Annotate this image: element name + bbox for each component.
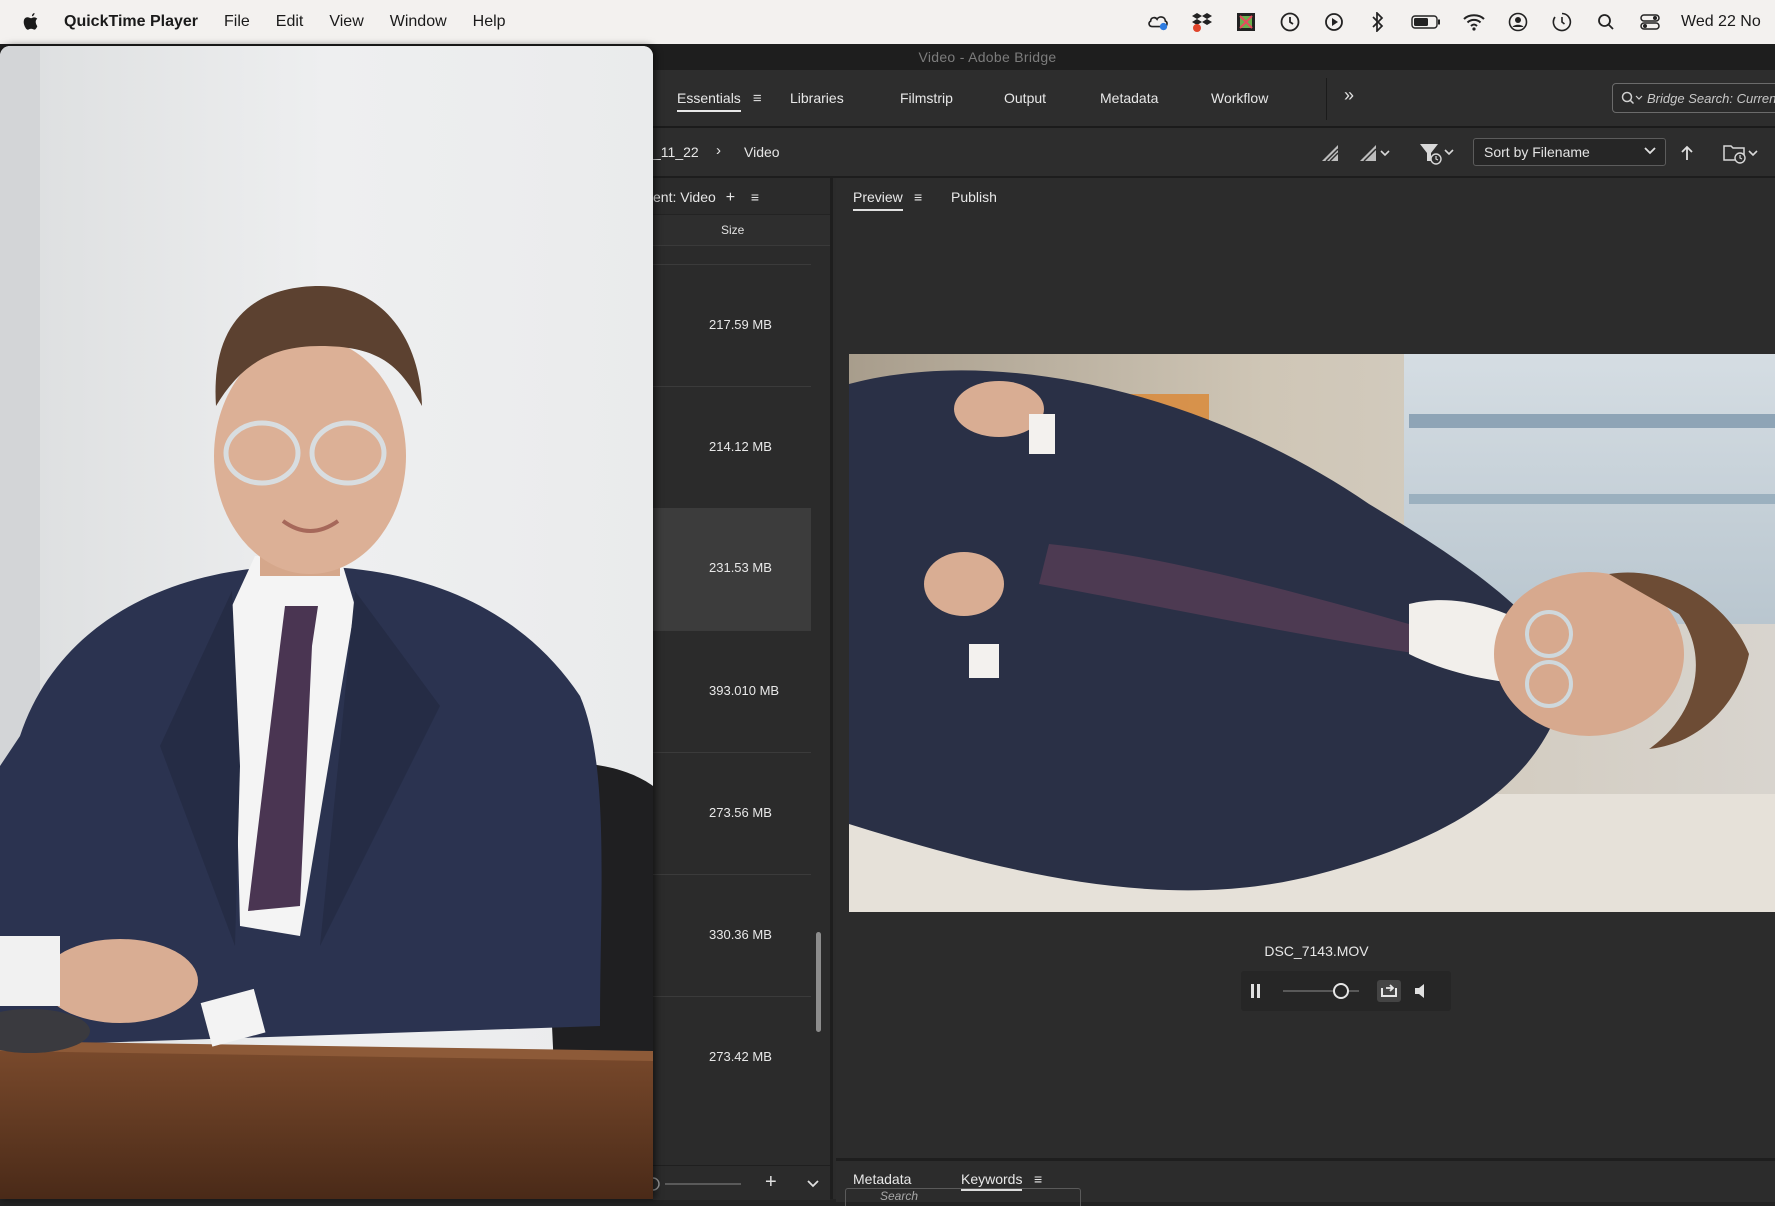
app-name-menu[interactable]: QuickTime Player (64, 13, 198, 31)
workspace-filmstrip[interactable]: Filmstrip (900, 70, 953, 126)
content-scrollbar[interactable] (816, 932, 821, 1032)
menu-edit[interactable]: Edit (276, 13, 304, 31)
size-column-header[interactable]: Size (653, 214, 830, 246)
more-workspaces-icon[interactable]: » (1344, 85, 1354, 106)
file-size: 217.59 MB (709, 317, 772, 332)
menu-file[interactable]: File (224, 13, 250, 31)
chevron-down-icon[interactable] (806, 1178, 820, 1190)
video-frame-image (849, 354, 1775, 912)
content-panel: ent: Video + ≡ Size 217.59 MB 214.12 MB … (653, 178, 833, 1200)
workspace-menu-icon[interactable]: ≡ (753, 90, 762, 107)
playback-controls (1241, 971, 1451, 1011)
file-row[interactable]: 214.12 MB (653, 386, 811, 508)
panel-menu-icon[interactable]: ≡ (751, 189, 759, 205)
keyword-search-input[interactable]: Search (845, 1188, 1081, 1206)
file-row-selected[interactable]: 231.53 MB (653, 508, 811, 630)
file-size: 330.36 MB (709, 927, 772, 942)
workspace-essentials[interactable]: Essentials ≡ (677, 70, 762, 126)
thumbnail-quality-icon[interactable] (1320, 140, 1340, 166)
file-size: 214.12 MB (709, 439, 772, 454)
pause-icon[interactable] (1249, 983, 1263, 999)
apple-menu-icon[interactable] (22, 12, 40, 32)
search-icon (1621, 91, 1643, 105)
content-tab[interactable]: ent: Video + ≡ (653, 189, 759, 207)
file-size: 231.53 MB (709, 560, 772, 575)
search-placeholder: Bridge Search: Curren (1647, 90, 1775, 106)
video-frame-portrait (0, 46, 653, 1199)
preview-panel: Preview ≡ Publish DSC_7143.MOV Metadata … (836, 178, 1775, 1206)
keyword-search-placeholder: Search (880, 1189, 919, 1203)
breadcrumb-folder[interactable]: _11_22 (653, 144, 699, 160)
creative-cloud-icon[interactable] (1147, 11, 1169, 33)
breadcrumb-chevron-icon: › (716, 142, 721, 159)
dropbox-icon[interactable] (1191, 11, 1213, 33)
content-footer: + (653, 1165, 830, 1200)
control-center-icon[interactable] (1639, 11, 1661, 33)
spotlight-icon[interactable] (1595, 11, 1617, 33)
workspace-output[interactable]: Output (1004, 70, 1046, 126)
user-icon[interactable] (1507, 11, 1529, 33)
workspace-libraries[interactable]: Libraries (790, 70, 844, 126)
bridge-search-input[interactable]: Bridge Search: Curren (1612, 83, 1775, 113)
play-icon[interactable] (1323, 11, 1345, 33)
sort-label: Sort by Filename (1484, 144, 1590, 160)
tab-metadata[interactable]: Metadata (853, 1171, 911, 1187)
file-row[interactable]: 273.56 MB (653, 752, 811, 874)
quicktime-player-window[interactable] (0, 46, 653, 1199)
workspace-metadata[interactable]: Metadata (1100, 70, 1158, 126)
app-icon[interactable] (1235, 11, 1257, 33)
video-preview[interactable] (849, 354, 1775, 912)
menu-view[interactable]: View (329, 13, 363, 31)
menu-clock[interactable]: Wed 22 No (1681, 13, 1775, 31)
wifi-icon[interactable] (1463, 11, 1485, 33)
add-item-icon[interactable]: + (765, 1171, 777, 1194)
content-panel-header: ent: Video + ≡ (653, 178, 830, 214)
menu-help[interactable]: Help (473, 13, 506, 31)
panel-menu-icon[interactable]: ≡ (914, 189, 922, 205)
thumbnail-size-slider[interactable] (653, 1176, 743, 1192)
size-column-label: Size (721, 223, 745, 237)
tab-publish[interactable]: Publish (951, 189, 997, 205)
add-icon[interactable]: + (726, 189, 735, 206)
volume-icon[interactable] (1413, 983, 1429, 999)
file-row[interactable]: 273.42 MB (653, 996, 811, 1118)
menu-window[interactable]: Window (390, 13, 447, 31)
battery-icon[interactable] (1411, 11, 1441, 33)
file-size: 273.56 MB (709, 805, 772, 820)
loop-icon[interactable] (1377, 980, 1401, 1002)
screen-time-icon[interactable] (1551, 11, 1573, 33)
metadata-keywords-panel: Metadata Keywords ≡ Search (836, 1158, 1775, 1206)
sort-ascending-icon[interactable] (1680, 140, 1694, 166)
chevron-down-icon (1644, 147, 1656, 155)
content-tab-label: ent: Video (653, 189, 716, 205)
workspace-divider (1326, 78, 1327, 120)
file-row[interactable]: 330.36 MB (653, 874, 811, 996)
tab-preview[interactable]: Preview (853, 189, 903, 211)
panel-menu-icon[interactable]: ≡ (1034, 1171, 1042, 1187)
status-tray: Wed 22 No (1125, 0, 1775, 44)
open-recent-folder-icon[interactable] (1722, 140, 1762, 166)
file-size: 273.42 MB (709, 1049, 772, 1064)
filter-items-icon[interactable] (1418, 140, 1458, 166)
menu-bar: QuickTime Player File Edit View Window H… (0, 0, 1775, 44)
workspace-essentials-label: Essentials (677, 90, 741, 112)
playback-scrubber[interactable] (1281, 981, 1361, 1001)
bluetooth-icon[interactable] (1367, 11, 1389, 33)
workspace-workflow[interactable]: Workflow (1211, 70, 1268, 126)
preview-filename: DSC_7143.MOV (1264, 943, 1369, 959)
sort-dropdown[interactable]: Sort by Filename (1473, 138, 1666, 166)
file-size: 393.010 MB (709, 683, 780, 698)
file-row[interactable]: 393.010 MB (653, 630, 811, 752)
file-row[interactable]: 217.59 MB (653, 264, 811, 386)
rating-filter-icon[interactable] (1358, 140, 1392, 166)
breadcrumb-current[interactable]: Video (744, 144, 780, 160)
time-machine-icon[interactable] (1279, 11, 1301, 33)
